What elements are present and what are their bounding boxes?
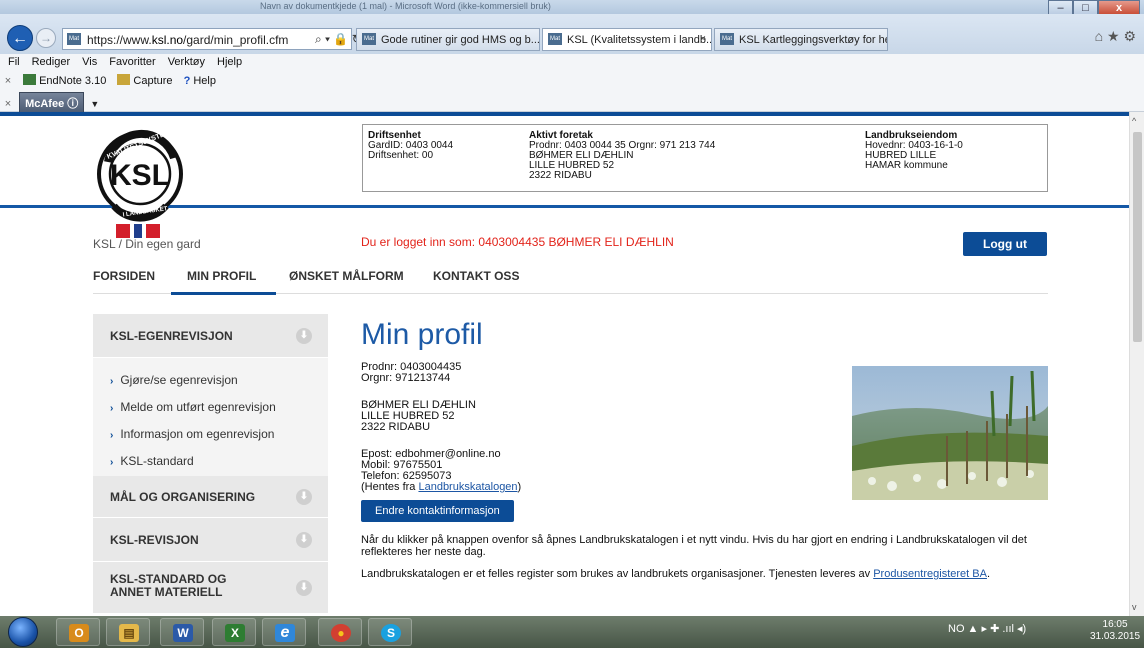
taskbar-ie[interactable]: e xyxy=(262,618,306,646)
sidebar-link-ksl-standard[interactable]: › KSL-standard xyxy=(93,445,328,472)
tab-favicon-icon: Mat xyxy=(548,33,562,45)
edit-contact-button[interactable]: Endre kontaktinformasjon xyxy=(361,500,514,522)
ksl-logo[interactable]: KSL KVALITETSSYSTEM I LANDBRUKET xyxy=(94,128,194,238)
main-nav: FORSIDEN MIN PROFIL ØNSKET MÅLFORM KONTA… xyxy=(93,262,1048,295)
eiendom-info: Landbrukseiendom Hovednr: 0403-16-1-0 HU… xyxy=(865,130,963,171)
taskbar-chrome[interactable]: ● xyxy=(318,618,362,646)
sidebar: KSL-EGENREVISJON ⬇ › Gjøre/se egenrevisjo… xyxy=(93,314,328,616)
help-icon: ? xyxy=(183,75,191,87)
nav-onsket-malform[interactable]: ØNSKET MÅLFORM xyxy=(289,269,404,283)
site-favicon-icon: Mat xyxy=(67,33,81,45)
menu-fil[interactable]: Fil xyxy=(0,54,24,68)
skype-icon: S xyxy=(381,624,401,642)
logged-in-status: Du er logget inn som: 0403004435 BØHMER … xyxy=(361,235,674,249)
close-toolbar-icon[interactable]: × xyxy=(0,96,16,110)
info-paragraph-2: Landbrukskatalogen er et felles register… xyxy=(361,568,990,580)
sidebar-link-gjore-se[interactable]: › Gjøre/se egenrevisjon xyxy=(93,364,328,391)
logo-text: KSL xyxy=(110,159,170,192)
url-text[interactable]: https://www.ksl.no/gard/min_profil.cfm xyxy=(87,33,288,47)
capture-icon xyxy=(117,74,131,85)
tab-gode-rutiner[interactable]: Mat Gode rutiner gir god HMS og b... xyxy=(356,28,540,51)
scroll-up-icon[interactable]: ^ xyxy=(1132,116,1136,126)
ie-icon: e xyxy=(275,624,295,642)
taskbar-excel[interactable]: X xyxy=(212,618,256,646)
tab-ksl-kartlegging[interactable]: Mat KSL Kartleggingsverktøy for he... xyxy=(714,28,888,51)
chevron-down-icon[interactable]: ⬇ xyxy=(296,488,312,505)
endnote-toolbar: × EndNote 3.10 Capture ? Help xyxy=(0,72,1144,90)
page-scrollbar[interactable]: ^ v xyxy=(1129,112,1144,616)
tab-close-icon[interactable]: × xyxy=(700,33,706,45)
tab-favicon-icon: Mat xyxy=(720,33,734,45)
menu-rediger[interactable]: Rediger xyxy=(24,54,75,68)
tab-label: KSL (Kvalitetssystem i landb... xyxy=(567,34,712,46)
logout-button[interactable]: Logg ut xyxy=(963,232,1047,256)
sidebar-link-melde[interactable]: › Melde om utført egenrevisjon xyxy=(93,391,328,418)
window-title: Navn av dokumentkjede (1 mal) - Microsof… xyxy=(260,1,551,11)
landbrukskatalogen-link[interactable]: Landbrukskatalogen xyxy=(418,481,517,493)
sidebar-section-mal-organisering[interactable]: MÅL OG ORGANISERING ⬇ xyxy=(93,476,328,518)
mcafee-button[interactable]: McAfee ⓘ xyxy=(19,92,85,114)
produsentregisteret-link[interactable]: Produsentregisteret BA xyxy=(873,568,987,580)
nav-min-profil[interactable]: MIN PROFIL xyxy=(171,269,277,295)
capture-button[interactable]: Capture xyxy=(113,72,176,89)
chevron-down-icon[interactable]: ⬇ xyxy=(296,579,312,596)
tab-label: KSL Kartleggingsverktøy for he... xyxy=(739,34,888,46)
taskbar-outlook[interactable]: O xyxy=(56,618,100,646)
driftsenhet-info: Driftsenhet GardID: 0403 0044 Driftsenhe… xyxy=(368,130,454,161)
info-paragraph-1: Når du klikker på knappen ovenfor så åpn… xyxy=(361,534,1027,558)
page-title: Min profil xyxy=(361,318,483,351)
forward-button[interactable]: → xyxy=(36,28,56,48)
chevron-down-icon[interactable]: ⬇ xyxy=(296,327,312,344)
address-actions-icon[interactable]: ⌕ ▾ 🔒 ↻ xyxy=(315,32,362,47)
chevron-down-icon[interactable]: ▼ xyxy=(90,99,99,109)
chrome-icon: ● xyxy=(331,624,351,642)
taskbar-word[interactable]: W xyxy=(160,618,204,646)
mcafee-toolbar: × McAfee ⓘ ▼ xyxy=(0,90,1144,114)
sidebar-section-ksl-revisjon[interactable]: KSL-REVISJON ⬇ xyxy=(93,518,328,562)
menubar: Fil Rediger Vis Favoritter Verktøy Hjelp xyxy=(0,54,1144,72)
menu-hjelp[interactable]: Hjelp xyxy=(209,54,246,68)
taskbar-explorer[interactable]: ▤ xyxy=(106,618,150,646)
foretak-info: Aktivt foretak Prodnr: 0403 0044 35 Orgn… xyxy=(529,130,716,181)
endnote-button[interactable]: EndNote 3.10 xyxy=(19,72,110,89)
browser-navbar: ← → Mat https://www.ksl.no/gard/min_prof… xyxy=(0,14,1144,54)
breadcrumb[interactable]: KSL / Din egen gard xyxy=(93,237,201,251)
start-button[interactable] xyxy=(8,617,38,647)
norway-flag-icon xyxy=(116,224,160,238)
address-bar[interactable]: Mat https://www.ksl.no/gard/min_profil.c… xyxy=(62,28,362,50)
nav-kontakt-oss[interactable]: KONTAKT OSS xyxy=(433,269,519,283)
nav-forsiden[interactable]: FORSIDEN xyxy=(93,269,155,283)
chevron-down-icon[interactable]: ⬇ xyxy=(296,531,312,548)
word-icon: W xyxy=(173,624,193,642)
menu-favoritter[interactable]: Favoritter xyxy=(101,54,159,68)
header-top-line xyxy=(0,112,1129,116)
scrollbar-thumb[interactable] xyxy=(1133,132,1142,342)
tab-ksl[interactable]: Mat KSL (Kvalitetssystem i landb... × xyxy=(542,28,712,51)
close-toolbar-icon[interactable]: × xyxy=(0,73,16,87)
menu-vis[interactable]: Vis xyxy=(74,54,101,68)
sidebar-section-ksl-standard[interactable]: KSL-STANDARD OG ANNET MATERIELL ⬇ xyxy=(93,562,328,614)
home-favorites-settings-icon[interactable]: ⌂ ★ ⚙ xyxy=(1095,28,1136,45)
farm-info-box: Driftsenhet GardID: 0403 0044 Driftsenhe… xyxy=(362,124,1048,192)
tab-favicon-icon: Mat xyxy=(362,33,376,45)
back-button[interactable]: ← xyxy=(7,25,33,51)
help-button[interactable]: ? Help xyxy=(180,73,220,89)
scroll-down-icon[interactable]: v xyxy=(1132,602,1137,612)
sidebar-link-informasjon[interactable]: › Informasjon om egenrevisjon xyxy=(93,418,328,445)
landscape-photo xyxy=(852,366,1048,500)
sidebar-links: › Gjøre/se egenrevisjon › Melde om utført … xyxy=(93,358,328,476)
endnote-icon xyxy=(23,74,37,85)
explorer-icon: ▤ xyxy=(119,624,139,642)
windows-taskbar: O ▤ W X e ● S NO ▲ ▸ ✚ .ııl ◂) 16:05 31.… xyxy=(0,616,1144,648)
tab-label: Gode rutiner gir god HMS og b... xyxy=(381,34,540,46)
taskbar-skype[interactable]: S xyxy=(368,618,412,646)
excel-icon: X xyxy=(225,624,245,642)
clock[interactable]: 16:05 31.03.2015 xyxy=(1090,619,1140,643)
sidebar-section-egenrevisjon[interactable]: KSL-EGENREVISJON ⬇ xyxy=(93,314,328,358)
menu-verktoy[interactable]: Verktøy xyxy=(160,54,209,68)
outlook-icon: O xyxy=(69,624,89,642)
system-tray[interactable]: NO ▲ ▸ ✚ .ııl ◂) xyxy=(948,622,1026,635)
window-titlebar: Navn av dokumentkjede (1 mal) - Microsof… xyxy=(0,0,1144,17)
web-page: KSL KVALITETSSYSTEM I LANDBRUKET Driftse… xyxy=(0,112,1129,616)
